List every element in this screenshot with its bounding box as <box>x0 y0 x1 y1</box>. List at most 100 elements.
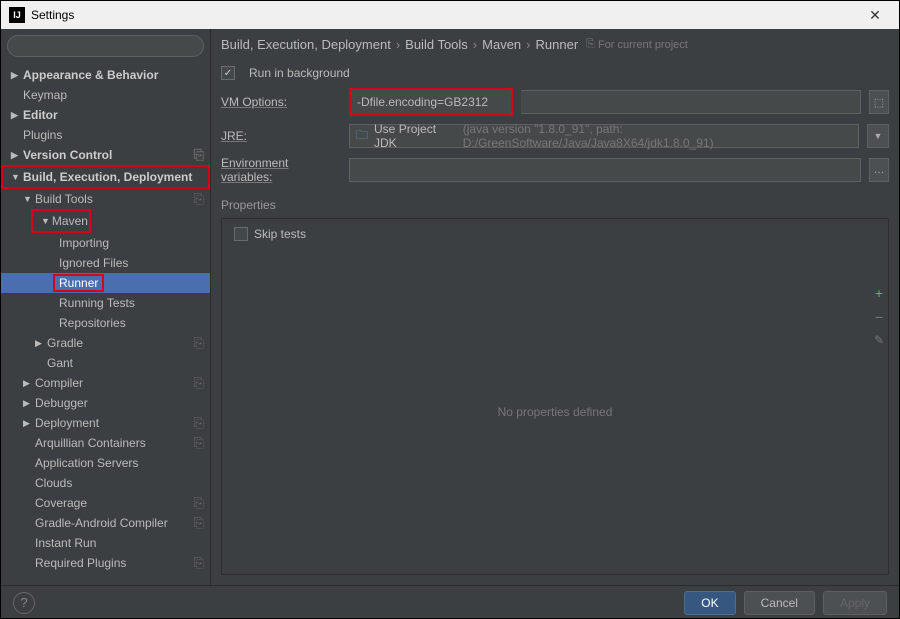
tree-appearance[interactable]: ▶Appearance & Behavior <box>1 65 210 85</box>
tree-debugger[interactable]: ▶Debugger <box>1 393 210 413</box>
no-properties-text: No properties defined <box>222 249 888 574</box>
tree-label: Importing <box>59 236 109 250</box>
run-background-checkbox[interactable]: ✓ <box>221 66 235 80</box>
chevron-right-icon: › <box>526 37 530 52</box>
tree-build-execution-deployment[interactable]: ▼Build, Execution, Deployment <box>3 167 208 187</box>
tree-gradle-android[interactable]: Gradle-Android Compiler⎘ <box>1 513 210 533</box>
close-button[interactable]: ✕ <box>859 1 891 29</box>
chevron-right-icon: › <box>396 37 400 52</box>
tree-label: Arquillian Containers <box>35 436 146 450</box>
tree-running-tests[interactable]: Running Tests <box>1 293 210 313</box>
tree-label: Keymap <box>23 88 67 102</box>
search-input[interactable] <box>7 35 204 57</box>
tree-required-plugins[interactable]: Required Plugins⎘ <box>1 553 210 573</box>
highlight-box: ▼Build, Execution, Deployment <box>1 165 210 189</box>
expand-editor-button[interactable]: ⬚ <box>869 90 889 114</box>
apply-button[interactable]: Apply <box>823 591 887 615</box>
vm-options-input[interactable] <box>351 90 511 114</box>
tree-label: Ignored Files <box>59 256 128 270</box>
crumb-part[interactable]: Maven <box>482 37 521 52</box>
skip-tests-checkbox[interactable] <box>234 227 248 241</box>
run-background-row: ✓ Run in background <box>211 62 899 84</box>
help-button[interactable]: ? <box>13 592 35 614</box>
titlebar: IJ Settings ✕ <box>1 1 899 29</box>
cancel-button[interactable]: Cancel <box>744 591 815 615</box>
tree-label: Coverage <box>35 496 87 510</box>
jre-row: JRE: 🗀 Use Project JDK (java version "1.… <box>211 120 899 152</box>
tree-importing[interactable]: Importing <box>1 233 210 253</box>
sidebar: 🔍 ▶Appearance & Behavior Keymap ▶Editor … <box>1 29 211 585</box>
tree-label: Runner <box>59 276 98 290</box>
more-icon: … <box>874 164 885 176</box>
content-panel: Build, Execution, Deployment › Build Too… <box>211 29 899 585</box>
tree-maven[interactable]: ▼Maven <box>33 211 89 231</box>
highlight-box: Runner <box>53 274 104 292</box>
properties-panel: Skip tests No properties defined + − ✎ <box>221 218 889 575</box>
project-badge-icon: ⎘ <box>586 38 595 51</box>
crumb-current: Runner <box>536 37 579 52</box>
tree-compiler[interactable]: ▶Compiler⎘ <box>1 373 210 393</box>
chevron-down-icon: ▼ <box>11 172 21 182</box>
tree-clouds[interactable]: Clouds <box>1 473 210 493</box>
ok-button[interactable]: OK <box>684 591 735 615</box>
vm-options-row: VM Options: ⬚ <box>211 84 899 120</box>
jre-hint: (java version "1.8.0_91", path: D:/Green… <box>463 122 852 150</box>
tree-coverage[interactable]: Coverage⎘ <box>1 493 210 513</box>
project-badge-icon: ⎘ <box>194 555 204 571</box>
jre-selector[interactable]: 🗀 Use Project JDK (java version "1.8.0_9… <box>349 124 859 148</box>
chevron-right-icon: ▶ <box>23 378 33 389</box>
env-vars-row: Environment variables: … <box>211 152 899 188</box>
chevron-right-icon: ▶ <box>23 398 33 409</box>
scope-label: ⎘For current project <box>586 38 688 51</box>
tree-label: Appearance & Behavior <box>23 68 158 82</box>
jre-dropdown-button[interactable]: ▼ <box>867 124 889 148</box>
add-button[interactable]: + <box>875 285 883 301</box>
crumb-part[interactable]: Build, Execution, Deployment <box>221 37 391 52</box>
env-vars-input[interactable] <box>349 158 861 182</box>
skip-tests-label: Skip tests <box>254 227 306 241</box>
tree-app-servers[interactable]: Application Servers <box>1 453 210 473</box>
env-vars-label: Environment variables: <box>221 156 341 184</box>
properties-list: No properties defined + − ✎ <box>222 249 888 574</box>
vm-options-input-extend[interactable] <box>521 90 861 114</box>
properties-toolbar: + − ✎ <box>874 285 884 347</box>
project-badge-icon: ⎘ <box>194 515 204 531</box>
tree-instant-run[interactable]: Instant Run <box>1 533 210 553</box>
tree-label: Clouds <box>35 476 72 490</box>
tree-version-control[interactable]: ▶Version Control ⎘ <box>1 145 210 165</box>
search-container: 🔍 <box>1 29 210 63</box>
tree-arquillian[interactable]: Arquillian Containers ⎘ <box>1 433 210 453</box>
tree-label: Maven <box>52 214 88 228</box>
chevron-down-icon: ▼ <box>23 194 33 204</box>
project-badge-icon: ⎘ <box>194 435 204 451</box>
tree-ignored-files[interactable]: Ignored Files <box>1 253 210 273</box>
project-badge-icon: ⎘ <box>194 147 204 163</box>
footer: ? OK Cancel Apply <box>1 585 899 619</box>
chevron-down-icon: ▼ <box>874 131 883 141</box>
main-area: 🔍 ▶Appearance & Behavior Keymap ▶Editor … <box>1 29 899 585</box>
crumb-part[interactable]: Build Tools <box>405 37 468 52</box>
highlight-box: ▼Maven <box>31 209 91 233</box>
tree-keymap[interactable]: Keymap <box>1 85 210 105</box>
chevron-right-icon: › <box>473 37 477 52</box>
tree-editor[interactable]: ▶Editor <box>1 105 210 125</box>
project-badge-icon: ⎘ <box>194 335 204 351</box>
settings-tree: ▶Appearance & Behavior Keymap ▶Editor Pl… <box>1 63 210 585</box>
tree-gradle[interactable]: ▶Gradle⎘ <box>1 333 210 353</box>
breadcrumb: Build, Execution, Deployment › Build Too… <box>211 29 899 62</box>
tree-label: Deployment <box>35 416 99 430</box>
tree-runner[interactable]: Runner <box>1 273 210 293</box>
remove-button: − <box>875 309 883 325</box>
tree-deployment[interactable]: ▶Deployment⎘ <box>1 413 210 433</box>
tree-label: Gradle <box>47 336 83 350</box>
env-vars-browse-button[interactable]: … <box>869 158 889 182</box>
chevron-right-icon: ▶ <box>11 70 21 81</box>
tree-build-tools[interactable]: ▼Build Tools⎘ <box>1 189 210 209</box>
tree-label: Instant Run <box>35 536 96 550</box>
tree-repositories[interactable]: Repositories <box>1 313 210 333</box>
tree-plugins[interactable]: Plugins <box>1 125 210 145</box>
tree-label: Application Servers <box>35 456 138 470</box>
tree-gant[interactable]: Gant <box>1 353 210 373</box>
tree-label: Version Control <box>23 148 112 162</box>
chevron-right-icon: ▶ <box>11 150 21 161</box>
